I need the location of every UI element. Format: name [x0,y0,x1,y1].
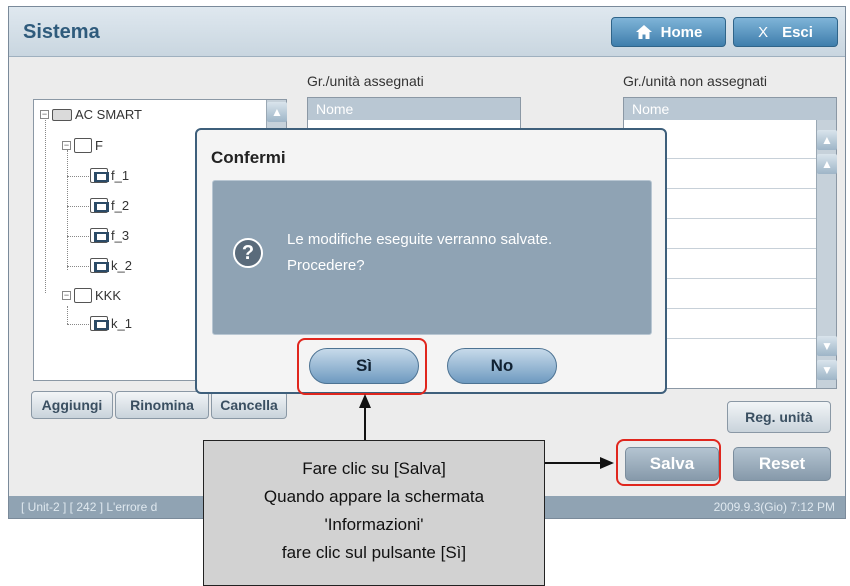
confirm-dialog: Confermi ? Le modifiche eseguite verrann… [195,128,667,394]
dialog-message: Le modifiche eseguite verranno salvate. … [287,227,552,279]
collapse-icon[interactable]: − [40,110,49,119]
controller-icon [52,108,72,121]
unit-icon [90,168,109,183]
tree-item-label: f_3 [111,228,130,243]
exit-button-label: Esci [782,23,813,41]
window-title: Sistema [23,21,100,43]
tree-item-label: KKK [95,288,122,303]
tree-item-label: F [95,138,103,153]
dialog-message-line2: Procedere? [287,257,365,274]
save-highlight [616,439,721,486]
callout-line: Quando appare la schermata [263,487,485,506]
callout-line: Fare clic su [Salva] [302,459,446,478]
home-icon [635,24,653,40]
tree-item-label: f_2 [111,198,130,213]
unit-icon [90,316,109,331]
collapse-icon[interactable]: − [62,141,71,150]
tree-item-unit[interactable]: f_3 [90,228,129,243]
yes-highlight [297,338,427,395]
tree-item-label: k_1 [111,316,132,331]
scroll-up-icon[interactable]: ▲ [817,154,837,174]
tree-item-group[interactable]: − F [62,138,103,153]
tree-item-unit[interactable]: f_2 [90,198,129,213]
unassigned-scrollbar[interactable]: ▲ ▲ ▼ ▼ [816,120,837,388]
register-unit-button[interactable]: Reg. unità [727,401,831,433]
callout-line: fare clic sul pulsante [Sì] [281,543,467,562]
unit-icon [90,258,109,273]
unassigned-header: Gr./unità non assegnati [623,73,767,89]
title-bar: Sistema Home X Esci [9,7,845,57]
group-icon [74,288,92,303]
status-datetime: 2009.9.3(Gio) 7:12 PM [713,500,835,514]
callout-text: Fare clic su [Salva] Quando appare la sc… [204,455,544,567]
assigned-header: Gr./unità assegnati [307,73,424,89]
scroll-down-icon[interactable]: ▼ [817,336,837,356]
tree-item-label: k_2 [111,258,132,273]
question-icon: ? [233,238,263,268]
reset-button[interactable]: Reset [733,447,831,481]
group-icon [74,138,92,153]
tree-item-label: f_1 [111,168,130,183]
tree-item-unit[interactable]: k_2 [90,258,132,273]
dialog-message-line1: Le modifiche eseguite verranno salvate. [287,231,553,248]
scroll-top-icon[interactable]: ▲ [817,130,837,150]
unit-icon [90,228,109,243]
unit-icon [90,198,109,213]
rename-button[interactable]: Rinomina [115,391,209,419]
scroll-bottom-icon[interactable]: ▼ [817,360,837,380]
tree-item-unit[interactable]: f_1 [90,168,129,183]
no-button[interactable]: No [447,348,557,384]
assigned-column-header: Nome [308,98,520,120]
exit-button[interactable]: X Esci [733,17,838,47]
collapse-icon[interactable]: − [62,291,71,300]
add-button[interactable]: Aggiungi [31,391,113,419]
close-icon: X [758,23,769,41]
delete-button[interactable]: Cancella [211,391,287,419]
home-button-label: Home [660,23,703,41]
tree-item-unit[interactable]: k_1 [90,316,132,331]
tree-item-group[interactable]: − KKK [62,288,121,303]
dialog-title: Confermi [211,148,286,167]
tree-root[interactable]: − AC SMART [40,107,142,122]
callout-line: 'Informazioni' [324,515,424,534]
status-message: [ Unit-2 ] [ 242 ] L'errore d [21,500,158,514]
unassigned-column-header: Nome [624,98,836,120]
scroll-top-icon[interactable]: ▲ [267,102,287,122]
tree-root-label: AC SMART [75,107,142,122]
instruction-callout: Fare clic su [Salva] Quando appare la sc… [203,440,545,586]
home-button[interactable]: Home [611,17,726,47]
